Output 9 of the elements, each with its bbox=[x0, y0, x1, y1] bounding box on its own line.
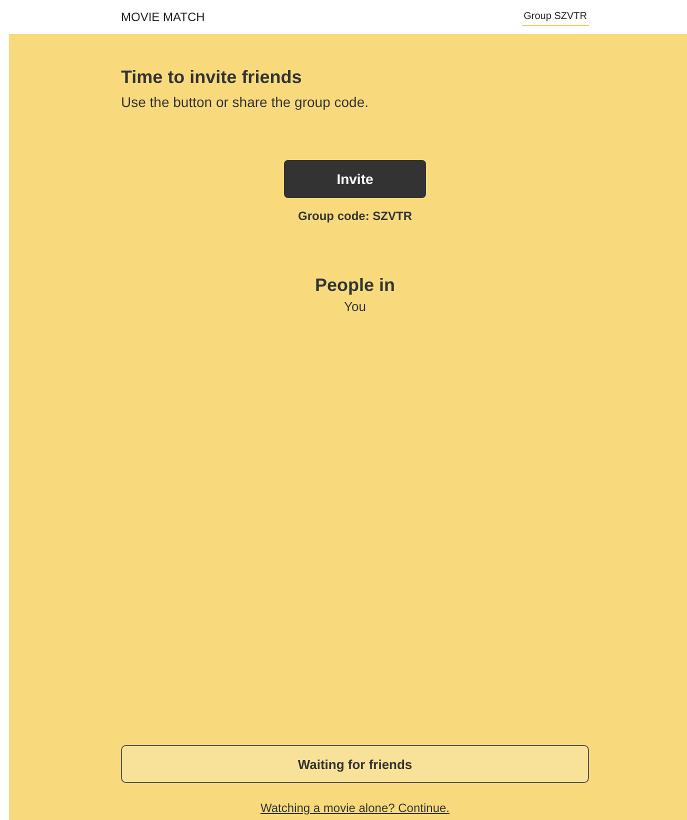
brand-name: MOVIE MATCH bbox=[121, 10, 205, 24]
member-name: You bbox=[344, 299, 366, 314]
invite-button[interactable]: Invite bbox=[284, 160, 426, 198]
continue-link[interactable]: Watching a movie alone? Continue. bbox=[260, 801, 450, 815]
page-title: Time to invite friends bbox=[121, 67, 303, 88]
group-link[interactable]: Group SZVTR bbox=[522, 8, 589, 26]
group-code: Group code: SZVTR bbox=[298, 209, 412, 223]
page-subtitle: Use the button or share the group code. bbox=[121, 94, 370, 110]
people-title: People in bbox=[314, 275, 395, 296]
